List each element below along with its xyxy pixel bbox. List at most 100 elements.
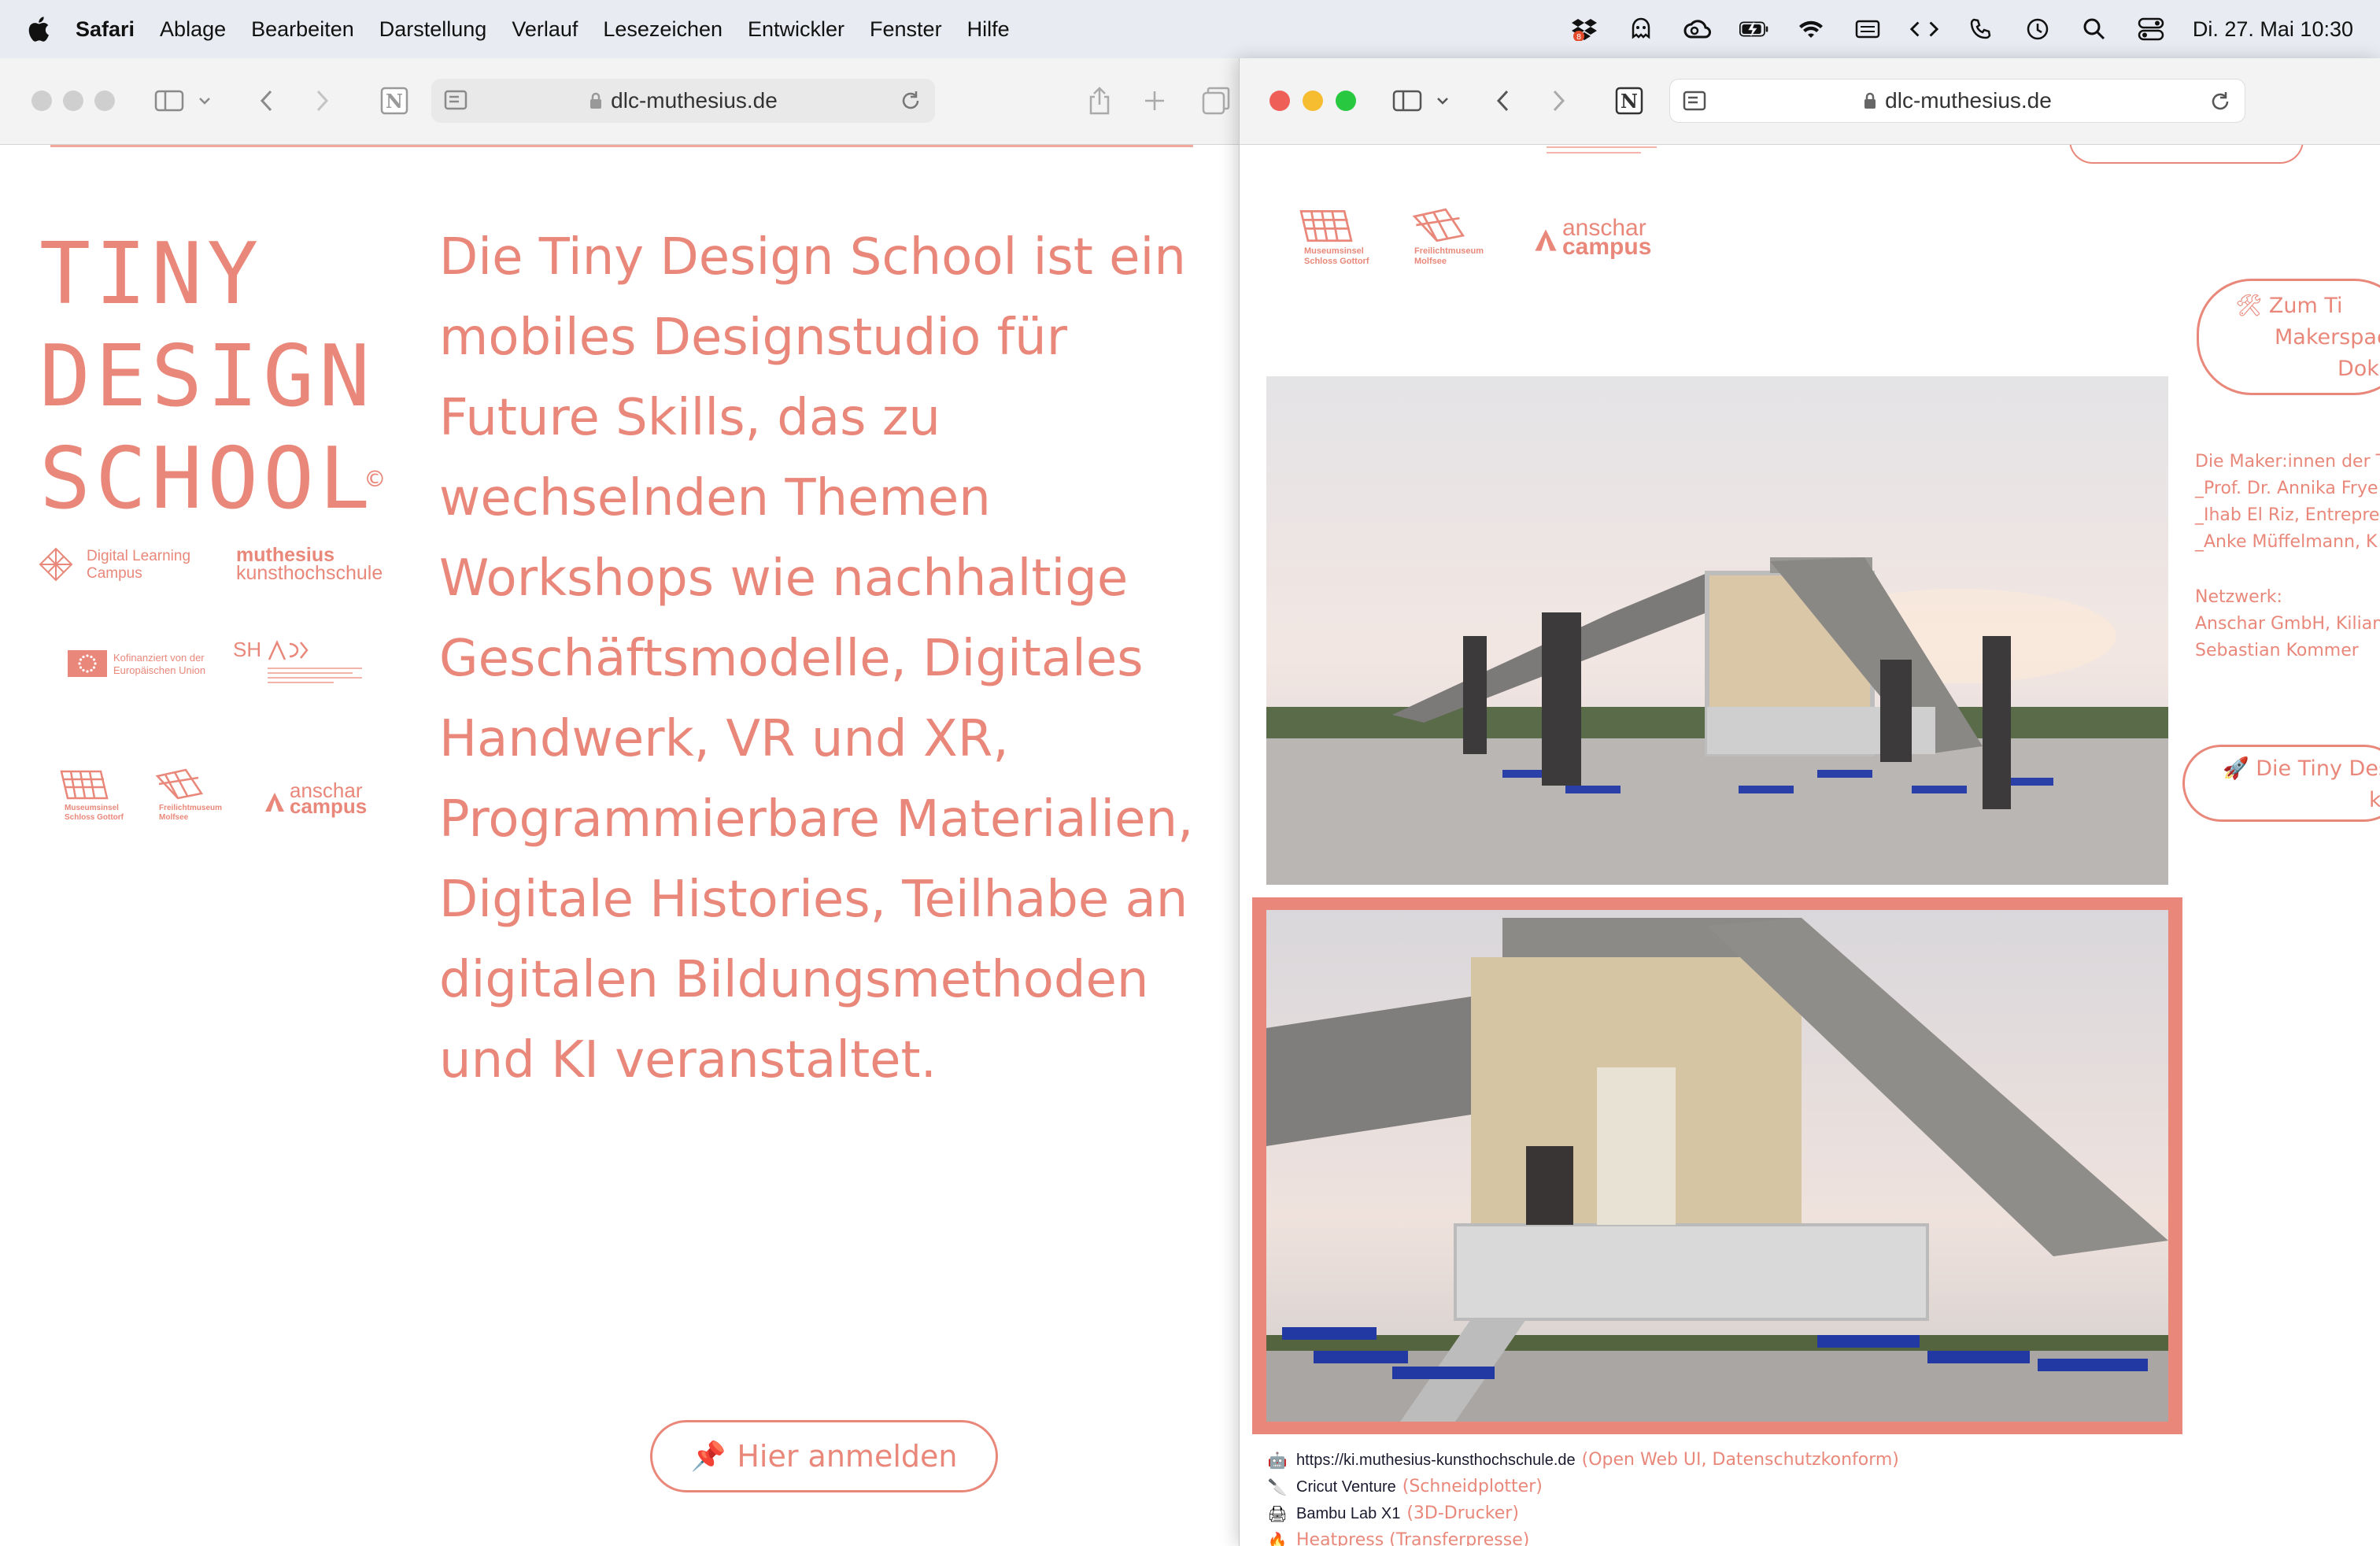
svg-text:8: 8 (1576, 33, 1581, 41)
freilichtmuseum-roof-icon (1412, 208, 1465, 242)
dlc-grid-icon (39, 547, 73, 582)
pushpin-icon: 📌 (690, 1441, 726, 1473)
sh-mark: SH (233, 638, 262, 661)
tab-overview-icon[interactable] (1199, 85, 1232, 117)
schleswig-holstein-logo[interactable]: SH (233, 638, 367, 701)
network-entry: Sebastian Kommer (2195, 641, 2359, 660)
trailer-photo-2[interactable] (1266, 910, 2168, 1422)
list-item: 🤖 https://ki.muthesius-kunsthochschule.d… (1268, 1447, 1899, 1474)
fire-icon: 🔥 (1267, 1531, 1288, 1546)
anschar-tent-icon (1535, 229, 1557, 251)
page-menu-icon[interactable] (1683, 91, 1706, 113)
chevron-down-icon[interactable] (1435, 85, 1451, 117)
sidebar-icon[interactable] (1391, 85, 1424, 117)
menu-lesezeichen[interactable]: Lesezeichen (603, 17, 722, 42)
menu-verlauf[interactable]: Verlauf (512, 17, 578, 42)
control-center-icon[interactable] (2136, 14, 2166, 44)
sidebar-icon[interactable] (153, 85, 186, 117)
menu-bar: Safari Ablage Bearbeiten Darstellung Ver… (0, 0, 2380, 58)
museumsinsel-logo[interactable]: Museumsinsel Schloss Gottorf (1295, 208, 1369, 267)
menu-app-name[interactable]: Safari (76, 17, 135, 42)
notion-icon[interactable]: N (1613, 85, 1646, 117)
freilichtmuseum-roof-icon (155, 768, 204, 800)
menu-entwickler[interactable]: Entwickler (748, 17, 844, 42)
address-bar[interactable]: dlc-muthesius.de (431, 79, 935, 123)
right-browser-window: N dlc-muthesius.de Museumsinsel Schloss … (1239, 58, 2380, 1546)
museumsinsel-logo[interactable]: Museumsinsel Schloss Gottorf (57, 768, 124, 823)
menu-darstellung[interactable]: Darstellung (379, 17, 487, 42)
maker-entry: _Ihab El Riz, Entrepre (2195, 505, 2380, 525)
menu-fenster[interactable]: Fenster (870, 17, 942, 42)
address-bar[interactable]: dlc-muthesius.de (1669, 79, 2245, 123)
minimize-window-button[interactable] (63, 91, 83, 111)
new-tab-icon[interactable] (1138, 85, 1171, 117)
freilichtmuseum-logo[interactable]: Freilichtmuseum Molfsee (1410, 208, 1484, 267)
tool-description: (Open Web UI, Datenschutzkonform) (1581, 1450, 1899, 1470)
museum1-line-1: Museumsinsel (1304, 246, 1364, 256)
sh-coat-of-arms-icon (268, 639, 309, 660)
reload-icon[interactable] (2208, 90, 2232, 113)
muthesius-logo[interactable]: muthesius kunsthochschule (236, 546, 382, 583)
agent-icon[interactable] (1626, 14, 1656, 44)
tiny-design-school-logo[interactable]: TINY DESIGN SCHOOL© (39, 224, 386, 531)
apple-menu-icon[interactable] (25, 13, 54, 45)
dropbox-icon[interactable]: 8 (1569, 14, 1599, 44)
anschar-line-2: campus (290, 794, 368, 818)
close-window-button[interactable] (1269, 91, 1290, 111)
knife-icon: 🔪 (1267, 1478, 1288, 1496)
menu-ablage[interactable]: Ablage (160, 17, 226, 42)
forward-icon[interactable] (1542, 85, 1575, 117)
keyboard-icon[interactable] (1853, 14, 1883, 44)
code-icon[interactable] (1909, 14, 1939, 44)
makerspace-doku-button[interactable]: 🛠 Zum Ti Makerspac Doku (2197, 279, 2380, 395)
zoom-window-button[interactable] (1336, 91, 1356, 111)
forward-icon[interactable] (305, 85, 338, 117)
anschar-tent-icon (265, 793, 284, 812)
time-machine-icon[interactable] (2023, 14, 2053, 44)
clipped-button[interactable] (2069, 145, 2304, 164)
tds-button-line-1: Die Tiny Des (2256, 756, 2380, 781)
tiny-design-school-button[interactable]: 🚀 Die Tiny Des ko (2182, 745, 2380, 822)
back-icon[interactable] (1487, 85, 1520, 117)
clipped-caption (1547, 145, 1657, 153)
tool-name-link[interactable]: https://ki.muthesius-kunsthochschule.de (1296, 1447, 1576, 1474)
menu-clock[interactable]: Di. 27. Mai 10:30 (2193, 17, 2353, 42)
eu-line-2: Europäischen Union (113, 664, 206, 676)
search-icon[interactable] (2079, 14, 2109, 44)
makerspace-line-2: Makerspac (2275, 325, 2380, 350)
close-window-button[interactable] (31, 91, 52, 111)
battery-icon[interactable] (1739, 14, 1769, 44)
zoom-window-button[interactable] (94, 91, 115, 111)
lock-icon (590, 92, 602, 109)
creative-cloud-icon[interactable] (1683, 14, 1713, 44)
reload-icon[interactable] (899, 89, 922, 113)
share-icon[interactable] (1083, 85, 1116, 117)
network-heading: Netzwerk: (2195, 587, 2282, 607)
freilichtmuseum-logo[interactable]: Freilichtmuseum Molfsee (154, 768, 222, 823)
page-menu-icon[interactable] (444, 90, 468, 112)
list-item: 🔪 Cricut Venture (Schneidplotter) (1268, 1474, 1899, 1500)
phone-icon[interactable] (1966, 14, 1996, 44)
menu-hilfe[interactable]: Hilfe (967, 17, 1010, 42)
tds-button-line-2: ko (2369, 788, 2380, 812)
trailer-photo-1[interactable] (1266, 376, 2168, 885)
right-toolbar: N dlc-muthesius.de (1240, 58, 2380, 145)
chevron-down-icon[interactable] (197, 85, 213, 117)
wifi-icon[interactable] (1796, 14, 1826, 44)
dlc-line-1: Digital Learning (87, 548, 191, 564)
museum2-line-1: Freilichtmuseum (159, 804, 223, 812)
sh-fine-print (268, 668, 362, 683)
left-browser-window: N dlc-muthesius.de TINY DESIGN SCHOOL© D… (0, 58, 1239, 1546)
makerspace-line-1: Zum Ti (2268, 294, 2343, 318)
menu-bearbeiten[interactable]: Bearbeiten (251, 17, 354, 42)
network-entry: Anschar GmbH, Kilian (2195, 614, 2380, 634)
register-button[interactable]: 📌 Hier anmelden (650, 1420, 998, 1492)
notion-icon[interactable]: N (378, 85, 411, 117)
list-item: 🔥 Heatpress (Transferpresse) (1268, 1527, 1899, 1546)
intro-paragraph: Die Tiny Design School ist ein mobiles D… (439, 228, 1194, 1089)
tool-name: Bambu Lab X1 (1296, 1505, 1401, 1522)
minimize-window-button[interactable] (1303, 91, 1323, 111)
printer-icon: 🖨 (1267, 1504, 1288, 1523)
back-icon[interactable] (250, 85, 283, 117)
svg-text:N: N (386, 90, 403, 113)
